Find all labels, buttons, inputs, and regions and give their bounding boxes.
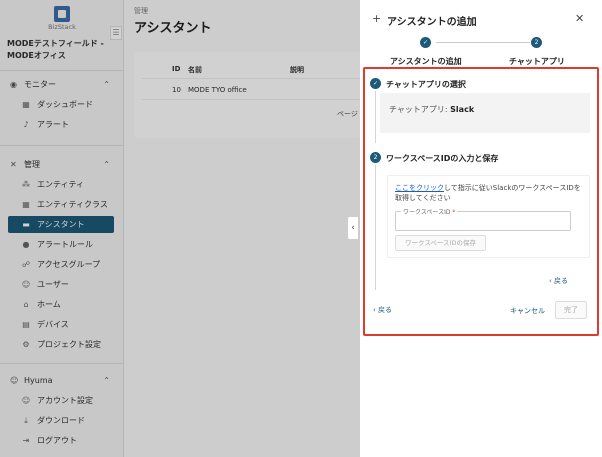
chevron-left-icon: ‹ — [549, 277, 552, 285]
section-1-title: チャットアプリの選択 — [386, 80, 466, 89]
step-2-indicator: 2 — [531, 37, 542, 48]
done-button[interactable]: 完了 — [555, 301, 587, 319]
required-mark: * — [452, 209, 456, 216]
chevron-left-icon: ‹ — [373, 306, 376, 314]
chat-app-value: Slack — [450, 105, 475, 114]
chat-app-label: チャットアプリ: — [389, 105, 451, 114]
footer-back-button[interactable]: ‹ 戻る — [373, 305, 392, 315]
add-assistant-drawer: + アシスタントの追加 ✕ ✓ 2 アシスタントの追加 チャットアプリ ✓ チャ… — [360, 0, 602, 457]
modal-backdrop[interactable] — [0, 0, 360, 457]
workspace-instructions: ここをクリックして指示に従いSlackのワークスペースIDを取得してください — [395, 183, 585, 203]
section-connector — [375, 165, 376, 290]
section-back-button[interactable]: ‹ 戻る — [549, 276, 568, 286]
chat-app-info: チャットアプリ: Slack — [389, 104, 474, 115]
plus-icon: + — [372, 12, 382, 25]
step-2-label: チャットアプリ — [509, 57, 565, 66]
step-1-label: アシスタントの追加 — [390, 57, 462, 66]
drawer-collapse-chevron-icon[interactable]: ‹ — [347, 216, 359, 240]
section-back-label: 戻る — [554, 277, 569, 285]
section-connector — [375, 91, 376, 143]
section-2-title: ワークスペースIDの入力と保存 — [386, 154, 499, 163]
close-icon[interactable]: ✕ — [575, 12, 584, 25]
drawer-title: アシスタントの追加 — [387, 17, 477, 28]
save-workspace-id-button[interactable]: ワークスペースIDの保存 — [395, 235, 486, 251]
footer-back-label: 戻る — [378, 306, 393, 314]
step-1-check-icon: ✓ — [420, 37, 431, 48]
section-2-indicator: 2 — [370, 152, 381, 163]
workspace-id-label-text: ワークスペースID — [403, 209, 451, 216]
section-1-check-icon: ✓ — [370, 78, 381, 89]
workspace-id-label: ワークスペースID * — [401, 207, 458, 216]
stepper-connector — [436, 42, 530, 43]
cancel-button[interactable]: キャンセル — [510, 306, 545, 316]
click-here-link[interactable]: ここをクリック — [395, 184, 444, 192]
